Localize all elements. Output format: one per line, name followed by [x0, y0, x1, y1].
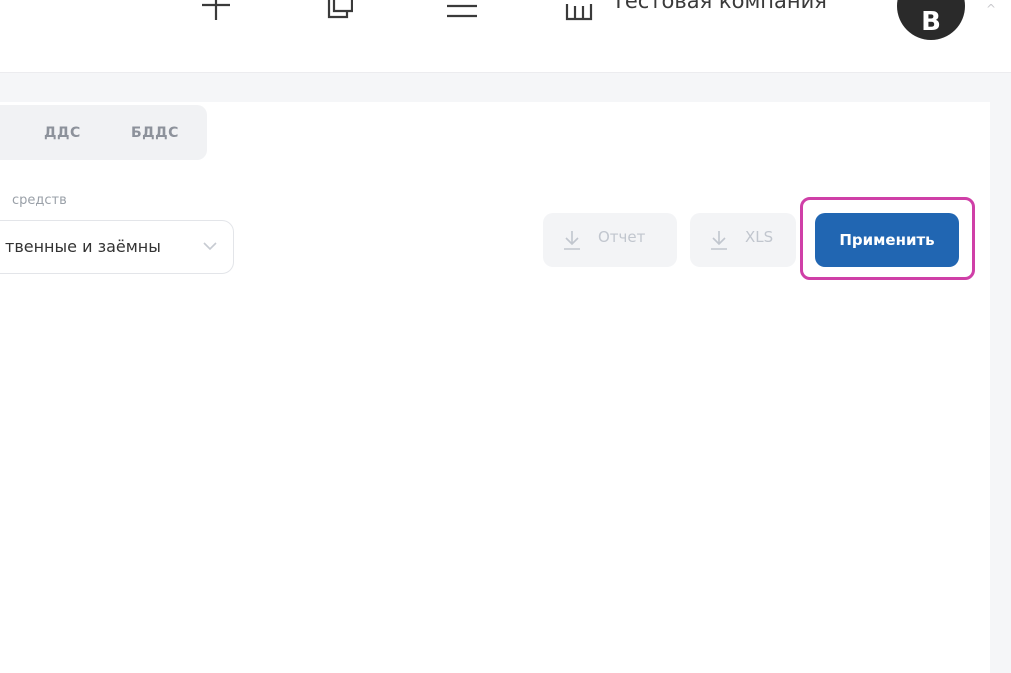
tab-dds[interactable]: ДДС [44, 125, 81, 141]
apply-button[interactable]: Применить [815, 213, 959, 267]
tab-bdds[interactable]: БДДС [131, 125, 179, 141]
download-icon [711, 231, 727, 250]
report-type-tabs: ДДС БДДС [0, 105, 207, 160]
user-avatar[interactable]: В [897, 0, 965, 40]
top-bar: Тестовая компания В ^ [0, 0, 1011, 73]
menu-icon[interactable] [445, 0, 479, 22]
funds-type-select[interactable]: твенные и заёмны [0, 220, 234, 274]
xls-download-button[interactable]: XLS [690, 213, 796, 267]
report-button-label: Отчет [598, 228, 646, 246]
report-panel [0, 102, 990, 673]
download-icon [564, 231, 580, 250]
copy-icon[interactable] [325, 0, 353, 22]
report-button[interactable]: Отчет [543, 213, 677, 267]
company-name[interactable]: Тестовая компания [612, 0, 827, 13]
funds-type-value: твенные и заёмны [5, 237, 161, 256]
chevron-down-icon [203, 242, 217, 251]
funds-field-label: средств [12, 193, 67, 208]
company-building-icon[interactable] [564, 0, 594, 22]
chevron-fragment-icon: ^ [986, 2, 997, 16]
plus-icon[interactable] [199, 0, 233, 24]
xls-button-label: XLS [745, 228, 774, 246]
